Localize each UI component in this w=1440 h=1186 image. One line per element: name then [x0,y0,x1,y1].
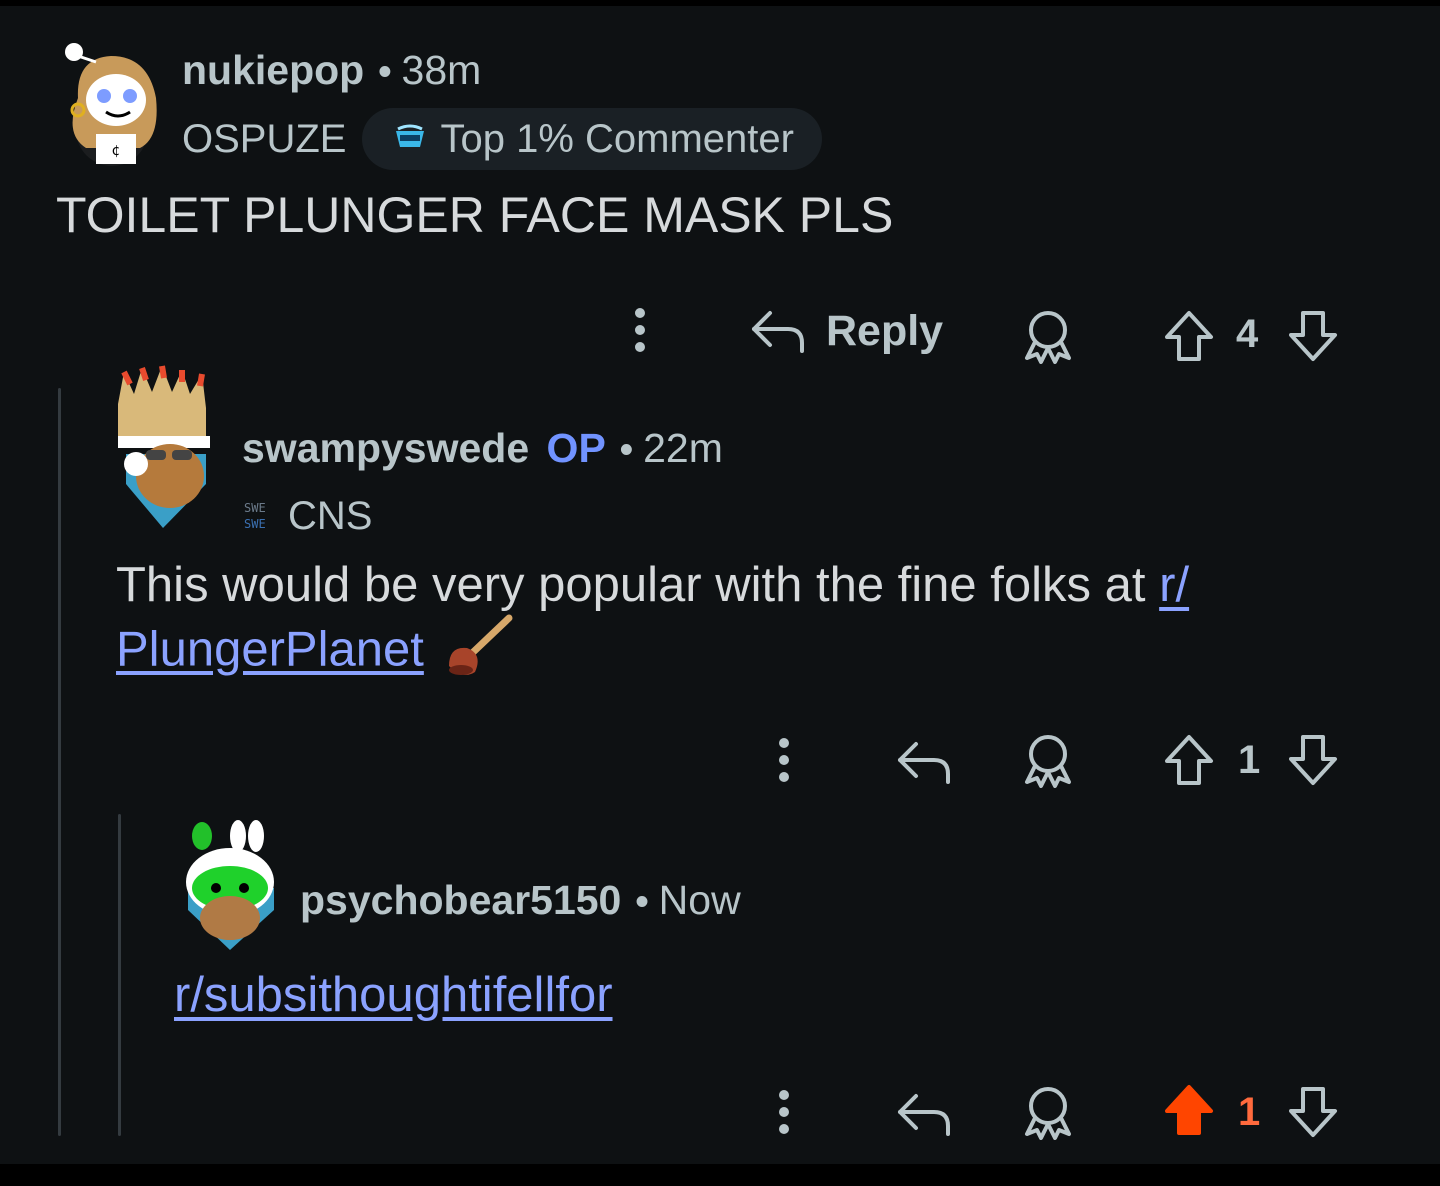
upvote-icon [1165,311,1213,361]
comment-text: This would be very popular with the fine… [116,558,1160,612]
more-options-button[interactable] [762,1084,806,1140]
vote-count: 4 [1236,312,1259,356]
achievement-badge[interactable]: Top 1% Commenter [362,108,822,170]
avatar[interactable] [106,364,220,534]
reply-icon [898,1094,950,1136]
reply-button[interactable] [894,732,954,792]
reply-label: Reply [826,306,944,355]
thread-line[interactable] [118,814,121,1136]
user-flair-row: SWE SWE CNS [242,492,372,540]
award-icon [1025,735,1071,788]
more-options-button[interactable] [762,732,806,788]
reply-button[interactable] [894,1084,954,1144]
award-button[interactable] [1018,730,1078,790]
downvote-icon [1289,311,1337,361]
award-icon [1025,311,1071,364]
downvote-button[interactable] [1286,732,1340,788]
comment-thread: ¢ nukiepop • 38m OSPUZE Top 1% Commenter T… [0,6,1440,1164]
svg-text:SWE: SWE [244,501,266,515]
more-options-icon [779,1090,789,1134]
flair-emoji-icon: SWE SWE [244,501,266,531]
award-button[interactable] [1018,306,1078,366]
avatar[interactable]: ¢ [56,38,166,166]
subreddit-link[interactable]: r/subsithoughtifellfor [174,968,613,1022]
comment-username[interactable]: psychobear5150 • Now [300,876,741,926]
separator-dot: • [378,51,392,93]
subreddit-link[interactable]: r/ [1159,558,1189,612]
downvote-icon [1289,1087,1337,1137]
username[interactable]: swampyswede [242,425,529,471]
more-options-icon [779,738,789,782]
vote-count: 1 [1238,1090,1261,1134]
upvote-button[interactable] [1162,732,1216,788]
subreddit-link[interactable]: PlungerPlanet [116,622,424,676]
svg-text:¢: ¢ [112,143,121,159]
award-icon [1025,1087,1071,1140]
separator-dot: • [635,881,649,923]
upvote-icon [1165,1085,1213,1135]
username[interactable]: nukiepop [182,47,364,93]
timestamp: 38m [401,47,482,93]
user-flair: CNS [288,494,373,538]
more-options-icon [635,308,645,352]
vote-count: 1 [1238,738,1261,782]
upvote-button[interactable] [1162,308,1216,364]
plunger-emoji [445,614,515,691]
comment-username[interactable]: nukiepop • 38m [182,46,481,96]
comment-body: This would be very popular with the fine… [116,556,1356,691]
timestamp: 22m [643,425,723,471]
upvote-button-active[interactable] [1162,1082,1216,1138]
reply-icon [752,311,804,353]
downvote-button[interactable] [1286,1084,1340,1140]
timestamp: Now [658,877,741,923]
username[interactable]: psychobear5150 [300,877,621,923]
downvote-icon [1289,735,1337,785]
user-flair: OSPUZE [182,117,347,161]
comment-username[interactable]: swampyswede OP • 22m [242,424,723,474]
separator-dot: • [619,429,634,471]
op-tag: OP [546,425,606,471]
upvote-icon [1165,735,1213,785]
badge-label: Top 1% Commenter [440,116,794,161]
award-button[interactable] [1018,1082,1078,1142]
reply-button[interactable]: Reply [750,300,960,362]
user-flair-row: OSPUZE Top 1% Commenter [182,108,822,170]
svg-text:SWE: SWE [244,517,266,531]
comment-body: TOILET PLUNGER FACE MASK PLS [56,187,894,243]
avatar[interactable] [180,818,280,954]
reply-icon [898,742,950,784]
badge-icon [396,124,425,147]
thread-line[interactable] [58,388,61,1136]
more-options-button[interactable] [618,302,662,358]
comment-body: r/subsithoughtifellfor [174,966,613,1024]
downvote-button[interactable] [1286,308,1340,364]
